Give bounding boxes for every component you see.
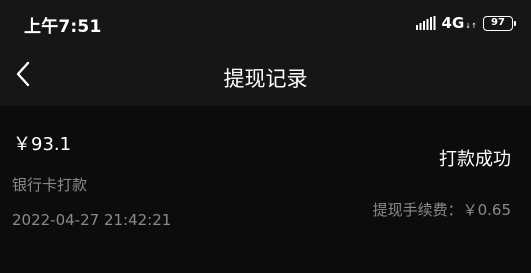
navigation-bar: 提现记录 [0,44,531,106]
status-bar: 上午7:51 4G ↓↑ 97 [0,0,531,44]
fee-value: ￥0.65 [462,201,511,219]
network-activity-icon: ↓↑ [465,21,477,30]
withdrawal-datetime: 2022-04-27 21:42:21 [12,211,172,229]
withdrawal-amount: ￥93.1 [13,134,72,155]
fee-label: 提现手续费： [372,201,463,219]
screen: 上午7:51 4G ↓↑ 97 提现记录 ￥93.1 银行卡打款 2022-04… [0,0,531,273]
page-title: 提现记录 [223,67,308,91]
payment-method: 银行卡打款 [12,176,88,194]
withdrawal-fee: 提现手续费：￥0.65 [373,199,511,220]
battery-level: 97 [491,17,505,28]
network-type-label: 4G [441,14,465,32]
battery-icon: 97 [483,15,516,31]
status-time: 上午7:51 [24,17,102,37]
payment-status: 打款成功 [439,149,511,170]
status-indicators: 4G ↓↑ 97 [415,13,516,33]
withdrawal-record-item[interactable]: ￥93.1 银行卡打款 2022-04-27 21:42:21 打款成功 提现手… [0,106,531,273]
signal-icon [415,16,436,30]
